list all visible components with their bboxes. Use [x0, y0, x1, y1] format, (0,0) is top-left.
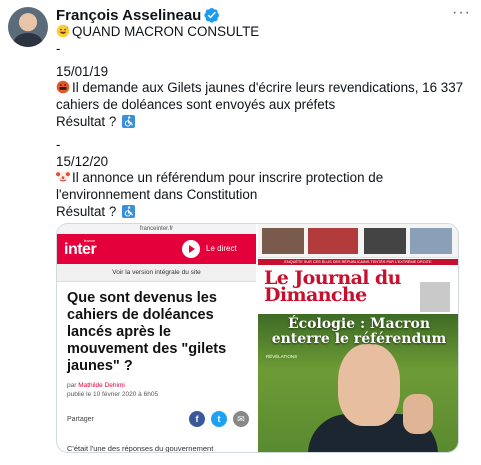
media-image-jdd-cover[interactable]: ENQUÊTE SUR CES ÉLUS DES RÉPUBLICAINS TE… [258, 224, 458, 452]
franceinter-logo-small: france [84, 238, 96, 243]
tweet-line-text: QUAND MACRON CONSULTE [72, 24, 260, 39]
franceinter-logo: inter [64, 241, 97, 258]
teaser-photo [364, 228, 406, 254]
article-meta: par Mathilde Dehimi publié le 10 février… [57, 375, 256, 399]
play-icon [182, 240, 200, 258]
tweet-media[interactable]: franceinter.fr inter france Le direct Vo… [56, 223, 459, 453]
tweet-line: - [56, 136, 61, 152]
share-row: Partager f t ✉ [67, 409, 249, 429]
wheelchair-symbol-emoji-icon [122, 204, 136, 218]
tweet-line: Il demande aux Gilets jaunes d'écrire le… [56, 80, 468, 114]
tweet-line: 15/01/19 [56, 63, 109, 79]
tweet-text: QUAND MACRON CONSULTE - 15/01/19 Il dema… [56, 24, 468, 244]
verified-badge-icon [204, 8, 220, 23]
article-excerpt: C'était l'une des réponses du gouverneme… [67, 444, 214, 452]
article-date: publié le 10 février 2020 à 6h05 [67, 391, 159, 398]
avatar[interactable] [8, 7, 48, 47]
swearing-face-emoji-icon [56, 81, 70, 94]
article-headline: Que sont devenus les cahiers de doléance… [67, 290, 227, 374]
share-label: Partager [67, 415, 94, 423]
cover-strip-text: ENQUÊTE SUR CES ÉLUS DES RÉPUBLICAINS TE… [284, 260, 432, 264]
browser-url-bar: franceinter.fr [57, 224, 256, 234]
twitter-icon: t [211, 411, 227, 427]
wheelchair-symbol-emoji-icon [122, 114, 136, 128]
tweet-line: - [56, 40, 61, 56]
teaser-photo [308, 228, 358, 254]
full-version-link: Voir la version intégrale du site [57, 264, 256, 282]
teaser-photo [410, 228, 452, 254]
cover-inset-photo [420, 282, 450, 312]
tweet-line: 15/12/20 [56, 153, 109, 169]
tweet-line-text: Résultat ? [56, 113, 117, 129]
live-label: Le direct [206, 244, 237, 253]
tweet[interactable]: François Asselineau ··· QUAND MACRON CON… [0, 0, 481, 465]
cover-figure-face [338, 344, 400, 426]
tweet-line: Résultat ? [56, 204, 468, 221]
more-options-icon[interactable]: ··· [452, 4, 471, 22]
mail-icon: ✉ [233, 411, 249, 427]
teaser-photo [262, 228, 304, 254]
tweet-line: QUAND MACRON CONSULTE [56, 24, 468, 41]
tweet-line-text: Résultat ? [56, 203, 117, 219]
cover-kicker: RÉVÉLATIONS [266, 354, 298, 359]
franceinter-header: inter france Le direct [57, 234, 256, 264]
article-author: Mathilde Dehimi [78, 382, 125, 389]
facebook-icon: f [189, 411, 205, 427]
display-name[interactable]: François Asselineau [56, 7, 201, 24]
clown-face-emoji-icon [56, 171, 70, 183]
cover-headline: Écologie : Macron enterre le référendum [271, 316, 447, 347]
tweet-line: Résultat ? [56, 114, 468, 131]
article-by: par [67, 382, 77, 389]
tweet-header: François Asselineau [56, 6, 220, 24]
grinning-sweat-emoji-icon [56, 24, 70, 38]
tweet-line: Il annonce un référendum pour inscrire p… [56, 170, 468, 204]
tweet-line-text: Il demande aux Gilets jaunes d'écrire le… [56, 80, 464, 113]
tweet-line-text: Il annonce un référendum pour inscrire p… [56, 170, 384, 203]
media-image-franceinter[interactable]: franceinter.fr inter france Le direct Vo… [57, 224, 258, 452]
cover-top-teasers [258, 224, 458, 258]
cover-figure-hand [403, 394, 433, 434]
